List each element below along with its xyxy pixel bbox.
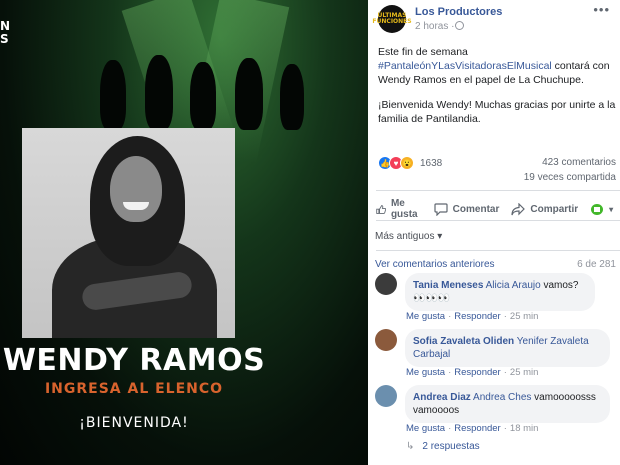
comment-button[interactable]: Comentar [434,202,500,216]
post-text-intro: Este fin de semana [378,46,468,58]
share-count-link[interactable]: 19 veces compartida [524,172,616,183]
logo-line: S [0,32,9,46]
comment-actions: Me gusta · Responder · 18 min [406,423,539,434]
reaction-count[interactable]: 1638 [420,158,442,169]
comment-time[interactable]: 25 min [510,311,539,322]
comment-actions: Me gusta · Responder · 25 min [406,367,539,378]
comment-bubble: Andrea Diaz Andrea Ches vamooooosss vamo… [405,385,610,423]
post-timestamp[interactable]: 2 horas · [415,21,454,32]
comment-bubble: Sofia Zavaleta Oliden Yenifer Zavaleta C… [405,329,610,367]
post-text-paragraph: ¡Bienvenida Wendy! Muchas gracias por un… [378,99,616,125]
comments-pager: 6 de 281 [577,259,616,270]
comment-reply-link[interactable]: Responder [454,311,500,322]
comment-reply-link[interactable]: Responder [454,367,500,378]
dancer-silhouette [145,55,173,130]
divider [376,220,620,221]
dancer-silhouette [190,62,216,130]
photo-welcome-text: ¡BIENVENIDA! [79,415,189,431]
audience-selector[interactable]: ▾ [590,203,613,216]
comment-like-link[interactable]: Me gusta [406,367,445,378]
post-action-bar: Me gusta Comentar Compartir ▾ [376,198,620,220]
view-replies-link[interactable]: ↳ 2 respuestas [406,441,480,452]
comment-like-link[interactable]: Me gusta [406,423,445,434]
dancer-silhouette [100,60,126,130]
divider [376,250,620,251]
comment-like-link[interactable]: Me gusta [406,311,445,322]
more-options-icon[interactable]: ••• [593,2,610,17]
comment-bubble: Tania Meneses Alicia Araujo vamos? 👀👀👀 [405,273,595,311]
actress-portrait [22,128,235,338]
hashtag-link[interactable]: #PantaleónYLasVisitadorasElMusical [378,60,552,72]
comment-count-link[interactable]: 423 comentarios [542,157,616,168]
comment-time[interactable]: 25 min [510,367,539,378]
dancer-silhouette [235,58,263,130]
page-avatar[interactable]: ÚLTIMAS FUNCIONES [372,5,412,33]
photo-headline: WENDY RAMOS [2,343,266,378]
reactions-summary[interactable]: 👍 ♥ 😮 1638 [378,156,442,170]
comment-bubble-icon [434,202,448,216]
comment-mention[interactable]: Alicia Araujo [486,280,541,291]
globe-icon [455,21,464,30]
photo-subheadline: INGRESA AL ELENCO [44,381,224,397]
replies-label[interactable]: 2 respuestas [422,441,479,452]
comment-reply-link[interactable]: Responder [454,423,500,434]
audience-icon [591,203,604,215]
share-arrow-icon [511,202,526,215]
post-time-text[interactable]: 2 horas [415,21,448,32]
commenter-avatar[interactable] [375,329,397,351]
share-button-label: Compartir [530,203,579,215]
wow-reaction-icon: 😮 [400,156,414,170]
dancer-silhouette [280,64,304,130]
comment-actions: Me gusta · Responder · 25 min [406,311,539,322]
comment-author[interactable]: Sofia Zavaleta Oliden [413,336,514,347]
post-body: Este fin de semana #PantaleónYLasVisitad… [378,45,618,137]
comment-author[interactable]: Tania Meneses [413,280,483,291]
commenter-avatar[interactable] [375,385,397,407]
page-name-link[interactable]: Los Productores [415,6,502,18]
chevron-down-icon: ▾ [609,204,614,214]
commenter-avatar[interactable] [375,273,397,295]
view-previous-comments-link[interactable]: Ver comentarios anteriores [375,259,495,270]
comment-button-label: Comentar [452,203,500,215]
comment-mention[interactable]: Andrea Ches [473,392,531,403]
comment-time[interactable]: 18 min [510,423,539,434]
like-button[interactable]: Me gusta [376,198,422,220]
divider [376,190,620,191]
comment-author[interactable]: Andrea Diaz [413,392,471,403]
show-logo-fragment: N S [0,20,10,46]
thumbs-up-icon [376,204,386,214]
share-button[interactable]: Compartir [511,202,579,216]
like-button-label: Me gusta [390,198,418,220]
post-panel: ÚLTIMAS FUNCIONES Los Productores 2 hora… [368,0,620,465]
comment-sort-dropdown[interactable]: Más antiguos ▾ [375,231,442,242]
post-photo[interactable]: N S WENDY RAMOS INGRESA AL ELENCO ¡BIENV… [0,0,368,465]
reply-arrow-icon: ↳ [406,441,415,452]
